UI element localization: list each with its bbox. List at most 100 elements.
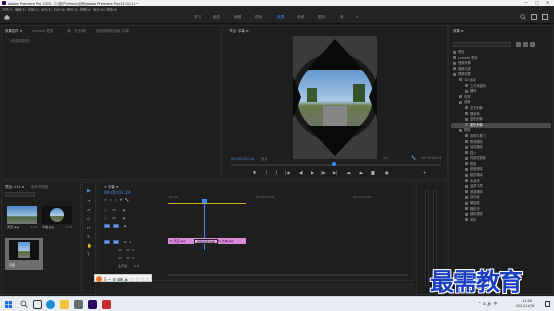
- go-to-out-icon[interactable]: ▶|: [333, 170, 337, 175]
- search-taskbar-icon[interactable]: [20, 300, 28, 309]
- work-area-bar[interactable]: [168, 203, 246, 204]
- linked-selection-icon[interactable]: ⊃: [114, 198, 117, 202]
- project-item[interactable]: 天空.jpg 4:29: [7, 206, 37, 232]
- share-icon[interactable]: [531, 14, 537, 20]
- desktop-app-icon[interactable]: [96, 276, 102, 282]
- add-marker-icon[interactable]: ▼: [253, 170, 256, 175]
- lift-icon[interactable]: ⏏: [347, 170, 351, 175]
- lock-icon[interactable]: ▢: [104, 216, 107, 220]
- source-patch-v1[interactable]: V1: [104, 224, 110, 228]
- play-icon[interactable]: ▶: [311, 170, 314, 175]
- accelerated-effects-icon[interactable]: [516, 42, 521, 47]
- quality-dropdown[interactable]: 1/2: [383, 156, 388, 160]
- tab-project[interactable]: 项目: 111 ≡: [5, 184, 24, 189]
- type-tool-icon[interactable]: T: [87, 252, 89, 257]
- track-target-v2[interactable]: V2: [112, 216, 116, 220]
- workspace-color[interactable]: 颜色: [255, 15, 262, 20]
- track-target-a3[interactable]: A3: [118, 256, 122, 260]
- mark-in-icon[interactable]: {: [265, 170, 268, 175]
- project-item-sequence[interactable]: 字幕: [5, 238, 43, 270]
- minimize-button[interactable]: —: [524, 0, 528, 5]
- tab-audio-clip-mixer[interactable]: 音频剪辑混合器: 字幕: [96, 28, 129, 33]
- lock-icon[interactable]: ▢: [104, 208, 107, 212]
- workspace-effects[interactable]: 效果: [277, 15, 284, 20]
- source-patch-a1[interactable]: A1: [104, 240, 110, 244]
- track-target-v1[interactable]: V1: [112, 224, 119, 228]
- workspace-audio[interactable]: 音频: [297, 15, 304, 20]
- tray-icons[interactable]: ⌃ ⊡ 🔊 中: [478, 301, 498, 307]
- timeline-scrollbar[interactable]: [168, 274, 408, 276]
- program-timecode[interactable]: 00:00:01:24: [231, 156, 254, 161]
- edge-browser-icon[interactable]: [46, 300, 55, 309]
- ripple-edit-tool-icon[interactable]: ⟛: [87, 207, 91, 212]
- store-icon[interactable]: [74, 300, 83, 309]
- solo-button[interactable]: S: [129, 240, 131, 244]
- compare-view-icon[interactable]: ▣: [385, 170, 389, 175]
- mute-button[interactable]: M: [127, 256, 130, 260]
- timeline-title[interactable]: × 字幕 ≡: [104, 184, 119, 189]
- project-item[interactable]: 大地.jpg 4:29: [42, 206, 72, 232]
- track-target-v3[interactable]: V3: [112, 208, 116, 212]
- snap-icon[interactable]: ∩: [109, 198, 112, 202]
- hand-tool-icon[interactable]: ✋: [87, 243, 92, 248]
- nest-icon[interactable]: ⊕: [104, 198, 107, 202]
- playhead-scrubber[interactable]: [231, 162, 441, 166]
- close-button[interactable]: ✕: [546, 0, 549, 5]
- track-target-a1[interactable]: A1: [112, 240, 119, 244]
- fullscreen-icon[interactable]: [542, 14, 548, 20]
- timeline-timecode[interactable]: 00:00:01:24: [104, 191, 131, 196]
- selection-tool-icon[interactable]: ▶: [87, 188, 91, 194]
- playhead-marker[interactable]: [332, 162, 336, 166]
- home-icon[interactable]: [4, 14, 10, 20]
- mute-button[interactable]: M: [127, 248, 130, 252]
- workspace-libraries[interactable]: 库: [340, 15, 344, 20]
- eye-icon[interactable]: ◉: [123, 216, 126, 220]
- 32bit-effects-icon[interactable]: [523, 42, 528, 47]
- app-icon[interactable]: [102, 300, 111, 309]
- effects-search-input[interactable]: [453, 42, 511, 47]
- desktop-app-icon[interactable]: S ~ ⚙ ⌨ 🔊 ⬚ ⬚ ⬚ ⬚: [104, 277, 150, 282]
- clock-date[interactable]: 2021/11/26: [516, 304, 534, 308]
- tab-source[interactable]: 源:（无剪辑）: [67, 28, 89, 33]
- razor-tool-icon[interactable]: ◇: [87, 216, 90, 221]
- workspace-graphics[interactable]: 图形: [318, 15, 325, 20]
- add-marker-icon[interactable]: ▼: [120, 198, 123, 202]
- solo-button[interactable]: S: [133, 256, 135, 260]
- eye-icon[interactable]: ◉: [124, 224, 127, 228]
- premiere-pro-icon[interactable]: [88, 300, 97, 309]
- program-monitor-title[interactable]: 节目: 字幕 ≡: [229, 28, 249, 33]
- tab-effect-controls[interactable]: 效果控件 ≡: [5, 28, 22, 33]
- effect-tree-item[interactable]: 风车: [451, 218, 551, 224]
- eye-icon[interactable]: ◉: [123, 208, 126, 212]
- maximize-button[interactable]: □: [535, 0, 539, 5]
- timeline-playhead-head[interactable]: [202, 199, 207, 203]
- task-view-icon[interactable]: [33, 300, 42, 309]
- go-to-in-icon[interactable]: |◀: [285, 170, 289, 175]
- windows-start-icon[interactable]: [5, 301, 12, 308]
- timeline-settings-icon[interactable]: 🔧: [125, 198, 129, 202]
- notification-icon[interactable]: [545, 301, 550, 307]
- solo-button[interactable]: S: [133, 248, 135, 252]
- effects-panel-title[interactable]: 效果 ≡: [453, 28, 464, 33]
- master-volume[interactable]: 0.0: [134, 264, 139, 268]
- step-back-icon[interactable]: ◀|: [299, 170, 303, 175]
- track-select-tool-icon[interactable]: ⇥: [87, 198, 90, 203]
- project-search-input[interactable]: [5, 192, 35, 197]
- pen-tool-icon[interactable]: ✎: [87, 234, 90, 239]
- yuv-effects-icon[interactable]: [530, 42, 535, 47]
- search-icon[interactable]: [520, 14, 526, 21]
- clock-time[interactable]: 11:26: [522, 299, 532, 303]
- step-forward-icon[interactable]: |▶: [321, 170, 325, 175]
- file-explorer-icon[interactable]: [60, 300, 69, 309]
- workspace-learn[interactable]: 学习: [194, 15, 201, 20]
- extract-icon[interactable]: ⏏: [359, 170, 363, 175]
- settings-wrench-icon[interactable]: 🔧: [411, 155, 416, 160]
- workspace-more-icon[interactable]: »: [356, 14, 358, 19]
- tab-media-browser[interactable]: 媒体浏览器: [31, 184, 48, 189]
- fit-dropdown[interactable]: 适合: [261, 156, 268, 161]
- track-target-a2[interactable]: A2: [118, 248, 122, 252]
- workspace-editing[interactable]: 编辑: [234, 15, 241, 20]
- workspace-assembly[interactable]: 组件: [213, 15, 220, 20]
- button-editor-icon[interactable]: +: [423, 170, 426, 175]
- tab-lumetri-scopes[interactable]: Lumetri 范围: [32, 28, 53, 33]
